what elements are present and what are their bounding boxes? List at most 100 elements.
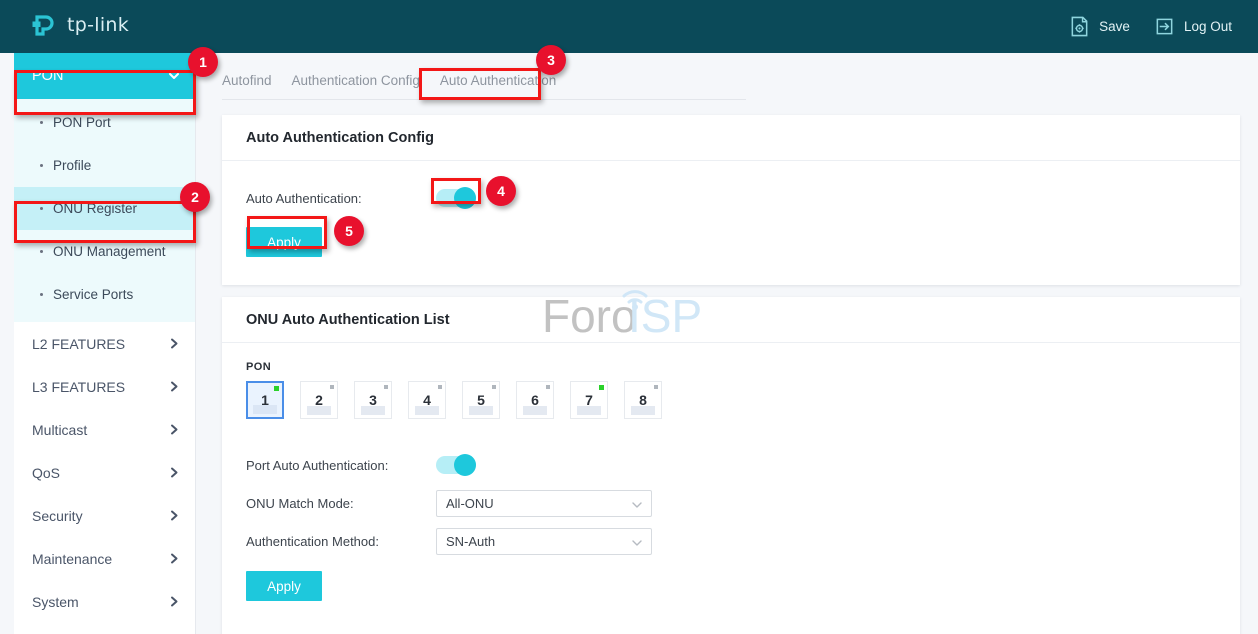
port-status-indicator-icon: [384, 385, 388, 389]
chevron-down-icon: [632, 501, 642, 508]
sidebar-item-pon-port[interactable]: PON Port: [14, 101, 195, 144]
sidebar-submenu-pon: PON Port Profile ONU Register ONU Manage…: [14, 99, 195, 322]
sidebar-item-label: Service Ports: [53, 287, 134, 302]
authentication-method-select[interactable]: SN-Auth: [436, 527, 652, 555]
onu-match-mode-value: All-ONU: [446, 495, 494, 511]
chevron-down-icon: [169, 73, 179, 79]
sidebar-item-label: ONU Register: [53, 201, 138, 216]
pon-port-selector: 1 2 3 4 5 6 7 8: [246, 381, 1216, 419]
bullet-icon: [40, 207, 43, 210]
port-jack-icon: [631, 406, 655, 415]
onu-auto-authentication-list-card: ONU Auto Authentication List PON 1 2 3 4…: [222, 297, 1240, 634]
sidebar-item-onu-register[interactable]: ONU Register: [14, 187, 195, 230]
logout-arrow-icon: [1156, 18, 1173, 35]
port-status-indicator-icon: [330, 385, 334, 389]
sidebar-group-system[interactable]: System: [14, 580, 195, 623]
port-status-indicator-icon: [274, 386, 279, 391]
chevron-right-icon: [171, 553, 178, 564]
bullet-icon: [40, 250, 43, 253]
port-auto-authentication-toggle[interactable]: [436, 454, 476, 476]
toggle-knob: [454, 454, 476, 476]
pon-port-1[interactable]: 1: [246, 381, 284, 419]
port-status-indicator-icon: [599, 385, 604, 390]
onu-match-mode-select[interactable]: All-ONU: [436, 489, 652, 517]
brand-logo[interactable]: tp-link: [30, 10, 129, 40]
toggle-knob: [454, 187, 476, 209]
authentication-method-value: SN-Auth: [446, 533, 496, 549]
chevron-right-icon: [171, 424, 178, 435]
sidebar-group-pon[interactable]: PON: [14, 53, 195, 99]
card-body: PON 1 2 3 4 5 6 7 8 Port Auto Authentica…: [222, 343, 1240, 601]
auto-authentication-config-card: Auto Authentication Config Auto Authenti…: [222, 115, 1240, 285]
sidebar-item-label: Profile: [53, 158, 92, 173]
port-auto-authentication-label: Port Auto Authentication:: [246, 457, 389, 473]
card-title: ONU Auto Authentication List: [222, 297, 1240, 343]
authentication-method-row: Authentication Method: SN-Auth: [246, 522, 1216, 560]
chevron-down-icon: [632, 539, 642, 546]
pon-port-5[interactable]: 5: [462, 381, 500, 419]
sidebar-group-label: Maintenance: [32, 550, 113, 567]
sidebar-group-l2-features[interactable]: L2 FEATURES: [14, 322, 195, 365]
auto-authentication-toggle[interactable]: [436, 187, 476, 209]
sidebar-group-label: L2 FEATURES: [32, 335, 126, 352]
onu-match-mode-label: ONU Match Mode:: [246, 495, 354, 511]
sidebar-item-label: ONU Management: [53, 244, 166, 259]
card-body: Auto Authentication: Apply: [222, 161, 1240, 257]
apply-list-button[interactable]: Apply: [246, 571, 322, 601]
port-jack-icon: [415, 406, 439, 415]
header-actions: Save Log Out: [1069, 0, 1232, 53]
bullet-icon: [40, 164, 43, 167]
tplink-logo-icon: [32, 15, 54, 36]
tab-bar: Autofind Authentication Config Auto Auth…: [222, 70, 746, 100]
pon-port-3[interactable]: 3: [354, 381, 392, 419]
brand-name: tp-link: [67, 14, 130, 36]
pon-port-7[interactable]: 7: [570, 381, 608, 419]
authentication-method-label: Authentication Method:: [246, 533, 379, 549]
chevron-right-icon: [171, 596, 178, 607]
sidebar-group-label: L3 FEATURES: [32, 378, 126, 395]
pon-port-4[interactable]: 4: [408, 381, 446, 419]
port-status-indicator-icon: [654, 385, 658, 389]
pon-port-8[interactable]: 8: [624, 381, 662, 419]
pon-port-6[interactable]: 6: [516, 381, 554, 419]
apply-config-button[interactable]: Apply: [246, 227, 322, 257]
port-status-indicator-icon: [438, 385, 442, 389]
port-status-indicator-icon: [546, 385, 550, 389]
sidebar-group-l3-features[interactable]: L3 FEATURES: [14, 365, 195, 408]
sidebar-group-qos[interactable]: QoS: [14, 451, 195, 494]
port-jack-icon: [577, 406, 601, 415]
tab-auto-authentication[interactable]: Auto Authentication: [430, 70, 566, 91]
card-title: Auto Authentication Config: [222, 115, 1240, 161]
port-auto-authentication-row: Port Auto Authentication:: [246, 446, 1216, 484]
sidebar-item-onu-management[interactable]: ONU Management: [14, 230, 195, 273]
sidebar-group-label: Security: [32, 507, 83, 524]
main-content: Autofind Authentication Config Auto Auth…: [196, 53, 1258, 634]
logout-button[interactable]: Log Out: [1154, 16, 1232, 37]
chevron-right-icon: [171, 381, 178, 392]
bullet-icon: [40, 121, 43, 124]
sidebar-group-maintenance[interactable]: Maintenance: [14, 537, 195, 580]
sidebar: PON PON Port Profile ONU Register ONU Ma…: [14, 53, 196, 634]
port-jack-icon: [361, 406, 385, 415]
sidebar-group-security[interactable]: Security: [14, 494, 195, 537]
app-root: tp-link Save Log Out PON PON Port Profil…: [0, 0, 1258, 634]
port-jack-icon: [469, 406, 493, 415]
pon-port-2[interactable]: 2: [300, 381, 338, 419]
sidebar-item-service-ports[interactable]: Service Ports: [14, 273, 195, 316]
top-header: tp-link Save Log Out: [0, 0, 1258, 53]
sidebar-group-multicast[interactable]: Multicast: [14, 408, 195, 451]
pon-group-label: PON: [246, 361, 272, 373]
onu-match-mode-row: ONU Match Mode: All-ONU: [246, 484, 1216, 522]
auto-authentication-label: Auto Authentication:: [246, 190, 362, 206]
save-button[interactable]: Save: [1069, 16, 1130, 37]
sidebar-group-label: Multicast: [32, 421, 88, 438]
save-label: Save: [1099, 19, 1130, 34]
sidebar-item-profile[interactable]: Profile: [14, 144, 195, 187]
tab-autofind[interactable]: Autofind: [222, 70, 282, 91]
port-status-indicator-icon: [492, 385, 496, 389]
chevron-right-icon: [171, 467, 178, 478]
tab-authentication-config[interactable]: Authentication Config: [282, 70, 430, 91]
sidebar-group-pon-label: PON: [32, 68, 64, 84]
bullet-icon: [40, 293, 43, 296]
sidebar-group-label: QoS: [32, 464, 61, 481]
